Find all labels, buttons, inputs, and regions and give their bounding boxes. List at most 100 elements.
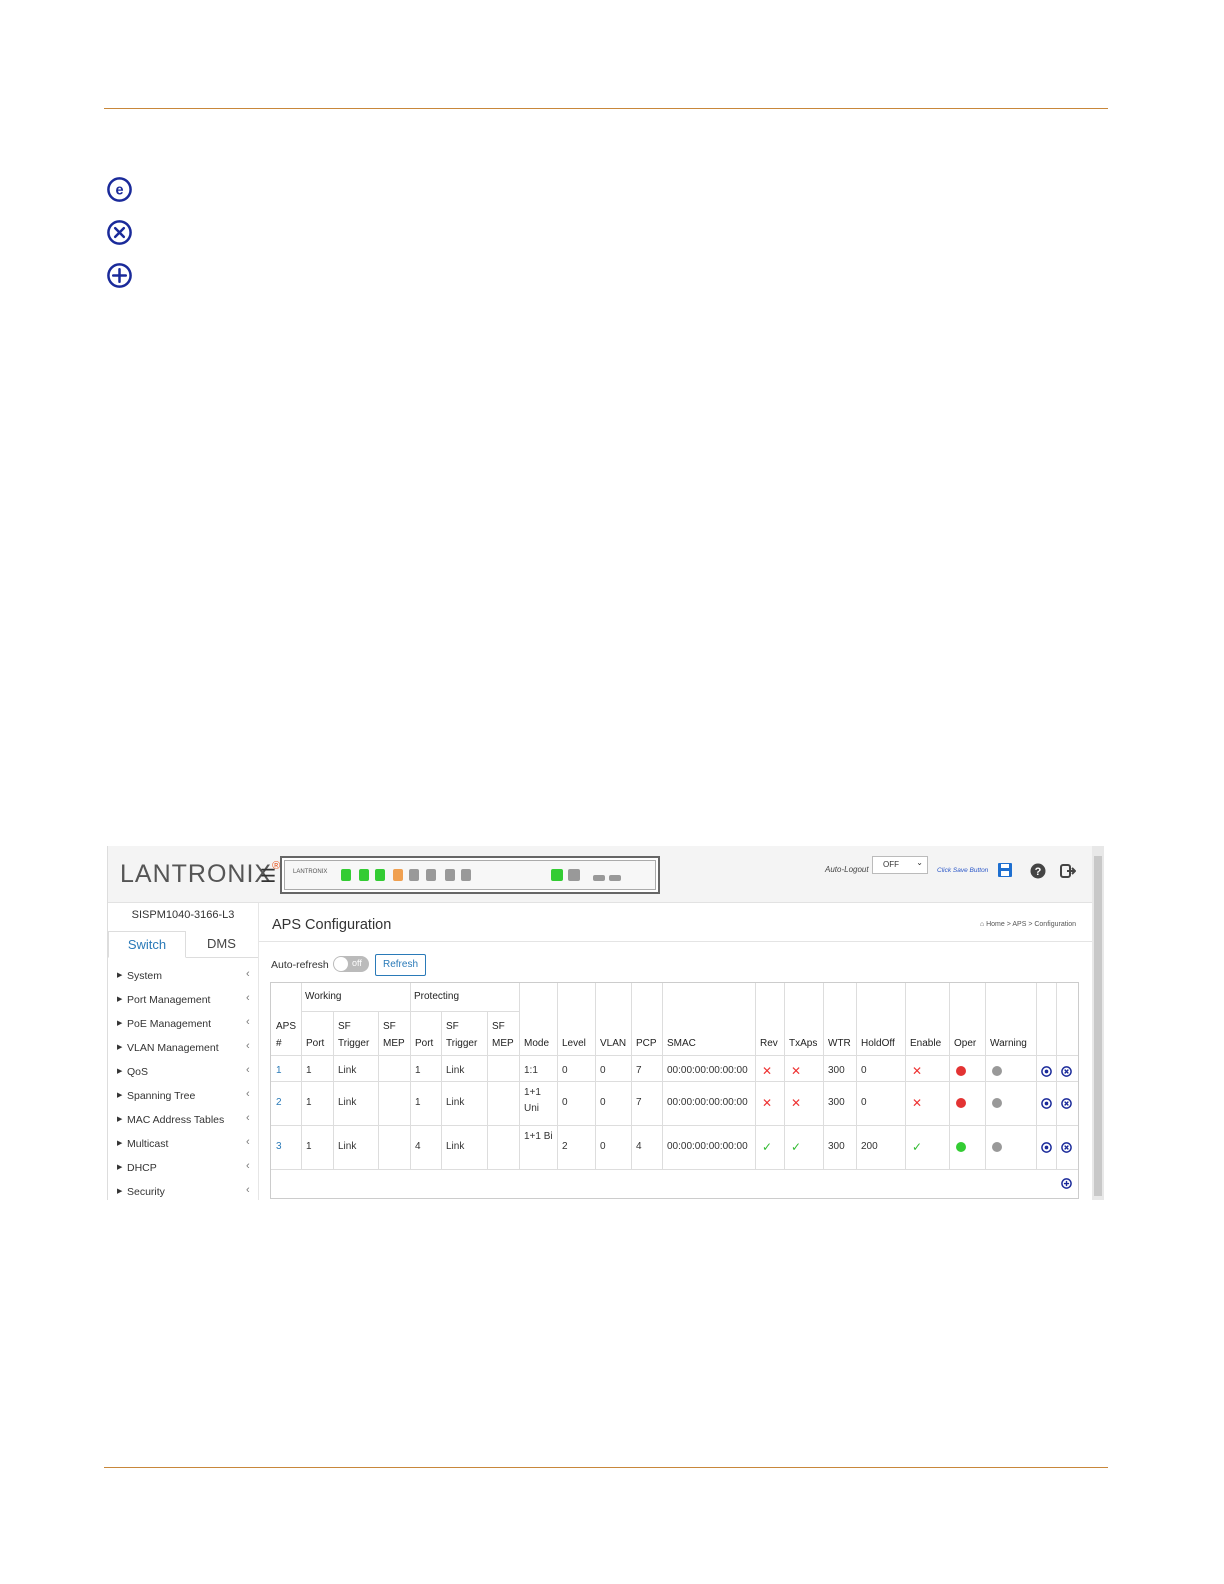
header-working-port: Port [306, 1038, 325, 1049]
aps-link[interactable]: 1 [276, 1063, 282, 1079]
sidebar-item-spanning-tree[interactable]: ▶ Spanning Tree ‹ [108, 1087, 258, 1107]
column-divider [487, 1011, 488, 1169]
cell-w_trigger: Link [338, 1141, 357, 1152]
row-delete-icon[interactable] [1061, 1066, 1072, 1077]
cell-w_port: 1 [306, 1097, 312, 1108]
cell-p_trigger: Link [446, 1065, 465, 1076]
row-edit-icon[interactable] [1041, 1142, 1052, 1153]
sidebar-item-mac-address-tables[interactable]: ▶ MAC Address Tables ‹ [108, 1111, 258, 1131]
cell-vlan: 0 [600, 1097, 606, 1108]
aps-link[interactable]: 3 [276, 1139, 282, 1155]
auto-refresh-label: Auto-refresh [271, 959, 329, 971]
port-20[interactable] [609, 875, 621, 881]
column-divider [905, 983, 906, 1169]
header-enable: Enable [910, 1038, 942, 1049]
port-17[interactable] [551, 869, 563, 881]
cell-txaps: ✕ [791, 1064, 802, 1078]
port-5[interactable] [375, 869, 385, 881]
cell-p_trigger: Link [446, 1141, 465, 1152]
cell-rev: ✓ [762, 1140, 773, 1154]
sidebar-item-poe-management[interactable]: ▶ PoE Management ‹ [108, 1015, 258, 1035]
cell-level: 0 [562, 1065, 568, 1076]
cell-p_port: 4 [415, 1141, 421, 1152]
auto-refresh-toggle[interactable]: off [333, 956, 369, 972]
help-icon[interactable]: ? [1030, 863, 1046, 879]
port-13[interactable] [445, 869, 455, 881]
port-18[interactable] [568, 869, 580, 881]
port-19[interactable] [593, 875, 605, 881]
sidebar-item-port-management[interactable]: ▶ Port Management ‹ [108, 991, 258, 1011]
cell-vlan: 0 [600, 1141, 606, 1152]
row-edit-icon[interactable] [1041, 1066, 1052, 1077]
switch-port-panel: LANTRONIX [280, 856, 660, 894]
sidebar-item-security[interactable]: ▶ Security ‹ [108, 1183, 258, 1200]
sidebar-item-dhcp[interactable]: ▶ DHCP ‹ [108, 1159, 258, 1179]
vertical-scrollbar[interactable] [1092, 846, 1104, 1200]
menu-icon[interactable]: ☰ [260, 866, 276, 887]
row-delete-icon[interactable] [1061, 1142, 1072, 1153]
breadcrumb-aps[interactable]: APS [1012, 921, 1026, 928]
header-protecting-sf-mep: SF MEP [492, 1021, 514, 1049]
header-mode: Mode [524, 1038, 550, 1049]
port-15[interactable] [461, 869, 471, 881]
cell-p_port: 1 [415, 1065, 421, 1076]
header-holdoff: HoldOff [861, 1038, 895, 1049]
header-rev: Rev [760, 1038, 778, 1049]
cell-level: 2 [562, 1141, 568, 1152]
cell-enable: ✕ [912, 1096, 923, 1110]
port-11[interactable] [426, 869, 436, 881]
row-edit-icon[interactable] [1041, 1098, 1052, 1109]
delete-icon [107, 220, 132, 245]
cell-txaps: ✓ [791, 1140, 802, 1154]
row-divider [271, 1169, 1078, 1170]
cell-smac: 00:00:00:00:00:00 [667, 1097, 748, 1108]
breadcrumb: ⌂ Home > APS > Configuration [979, 921, 1076, 928]
save-hint: Click Save Button [937, 867, 989, 874]
port-1[interactable] [341, 869, 351, 881]
auto-logout-label: Auto-Logout [825, 865, 869, 874]
header-vlan: VLAN [600, 1038, 627, 1049]
aps-table: Working Protecting APS # Port SF Trigger SF M… [270, 982, 1079, 1199]
breadcrumb-configuration: Configuration [1034, 921, 1076, 928]
port-9[interactable] [409, 869, 419, 881]
bottom-rule [104, 1467, 1108, 1468]
add-icon [107, 263, 132, 288]
cell-w_port: 1 [306, 1141, 312, 1152]
cell-enable: ✓ [912, 1140, 923, 1154]
cell-smac: 00:00:00:00:00:00 [667, 1065, 748, 1076]
warning-status-dot [992, 1142, 1002, 1152]
sidebar-item-multicast[interactable]: ▶ Multicast ‹ [108, 1135, 258, 1155]
row-delete-icon[interactable] [1061, 1098, 1072, 1109]
add-entry-icon[interactable] [1061, 1178, 1072, 1189]
port-7[interactable] [393, 869, 403, 881]
logout-icon[interactable] [1060, 863, 1076, 879]
save-icon[interactable] [998, 863, 1012, 877]
auto-logout-select[interactable]: OFF ⌄ [872, 856, 928, 874]
sidebar-item-system[interactable]: ▶ System ‹ [108, 967, 258, 987]
aps-configuration-screenshot: LANTRONIX® ☰ LANTRONIX Auto-Logout OFF ⌄ … [107, 846, 1104, 1200]
breadcrumb-home[interactable]: Home [986, 921, 1005, 928]
tab-switch[interactable]: Switch [108, 931, 186, 958]
column-divider [631, 983, 632, 1169]
column-divider [755, 983, 756, 1169]
tab-dms[interactable]: DMS [185, 931, 258, 956]
cell-rev: ✕ [762, 1096, 773, 1110]
sidebar-item-vlan-management[interactable]: ▶ VLAN Management ‹ [108, 1039, 258, 1059]
cell-mode: 1:1 [524, 1065, 538, 1076]
refresh-button[interactable]: Refresh [375, 954, 426, 976]
warning-status-dot [992, 1098, 1002, 1108]
working-group-header: Working [305, 991, 342, 1002]
aps-link[interactable]: 2 [276, 1095, 282, 1111]
cell-p_port: 1 [415, 1097, 421, 1108]
cell-rev: ✕ [762, 1064, 773, 1078]
cell-mode: 1+1 Uni [524, 1087, 541, 1114]
port-3[interactable] [359, 869, 369, 881]
sidebar: SISPM1040-3166-L3 Switch DMS ▶ System ‹ ▶ P… [108, 903, 259, 1200]
column-divider [557, 983, 558, 1169]
warning-status-dot [992, 1066, 1002, 1076]
cell-mode: 1+1 Bi [524, 1131, 553, 1142]
sidebar-item-qos[interactable]: ▶ QoS ‹ [108, 1063, 258, 1083]
header-txaps: TxAps [789, 1038, 818, 1049]
header-working-sf-trigger: SF Trigger [338, 1021, 370, 1049]
header-smac: SMAC [667, 1038, 696, 1049]
